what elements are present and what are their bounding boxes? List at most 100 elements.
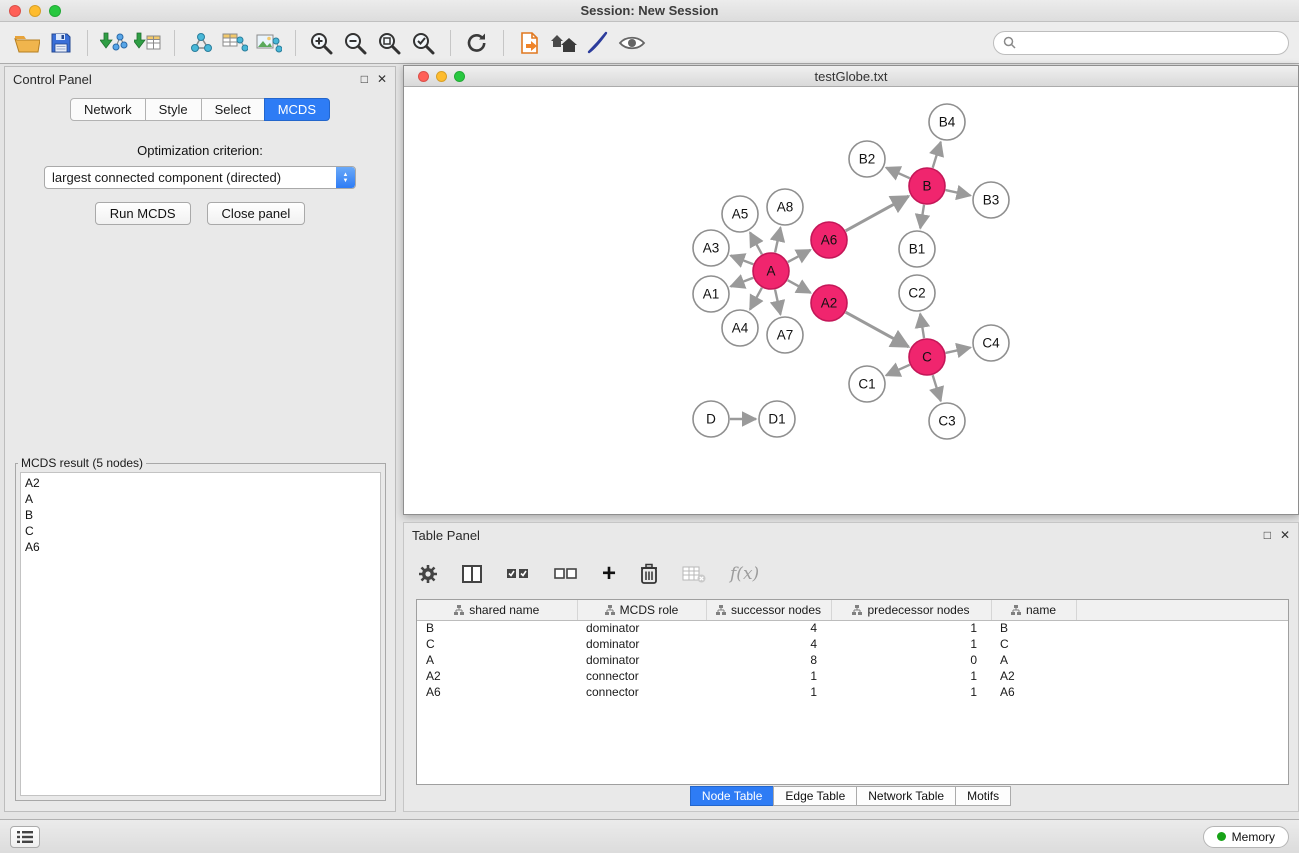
run-mcds-button[interactable]: Run MCDS (95, 202, 191, 225)
network-graph[interactable]: B4B2BB3A8A5A6A3B1AC2A1A2A4A7C4CC1C3DD1 (404, 88, 1298, 515)
column-header[interactable]: shared name (417, 600, 577, 620)
close-table-panel-icon[interactable]: ✕ (1280, 528, 1290, 542)
delete-column-button[interactable] (640, 563, 658, 585)
table-settings-button[interactable] (418, 564, 438, 584)
table-cell[interactable]: A6 (417, 684, 577, 700)
network-node[interactable]: B2 (849, 141, 885, 177)
network-edge[interactable] (788, 280, 811, 293)
network-edge[interactable] (775, 228, 780, 253)
result-item[interactable]: C (25, 523, 376, 539)
network-image-button[interactable] (252, 27, 286, 59)
table-cell[interactable]: dominator (577, 620, 706, 636)
network-node[interactable]: C4 (973, 325, 1009, 361)
table-cell[interactable]: dominator (577, 636, 706, 652)
table-cell[interactable]: 1 (706, 684, 831, 700)
table-cell[interactable]: A2 (417, 668, 577, 684)
new-table-button[interactable] (218, 27, 252, 59)
tab-select[interactable]: Select (201, 98, 265, 121)
network-edge[interactable] (846, 312, 909, 347)
network-node[interactable]: A5 (722, 196, 758, 232)
float-panel-icon[interactable]: □ (361, 72, 368, 86)
network-node[interactable]: A2 (811, 285, 847, 321)
table-row[interactable]: A6connector11A6 (417, 684, 1289, 700)
network-node[interactable]: A3 (693, 230, 729, 266)
network-node[interactable]: A (753, 253, 789, 289)
tab-node-table[interactable]: Node Table (690, 786, 775, 806)
add-column-button[interactable]: + (602, 564, 616, 584)
network-edge[interactable] (886, 168, 910, 179)
table-cell[interactable]: 1 (706, 668, 831, 684)
tab-motifs[interactable]: Motifs (955, 786, 1011, 806)
task-history-button[interactable] (10, 826, 40, 848)
search-input[interactable] (1022, 36, 1279, 50)
select-all-button[interactable] (506, 566, 530, 582)
table-cell[interactable]: C (991, 636, 1076, 652)
result-item[interactable]: A (25, 491, 376, 507)
network-node[interactable]: A1 (693, 276, 729, 312)
network-edge[interactable] (920, 314, 924, 338)
network-node[interactable]: D1 (759, 401, 795, 437)
tab-style[interactable]: Style (145, 98, 202, 121)
tab-network[interactable]: Network (70, 98, 146, 121)
network-node[interactable]: B (909, 168, 945, 204)
result-item[interactable]: A6 (25, 539, 376, 555)
network-node[interactable]: B4 (929, 104, 965, 140)
network-node[interactable]: B1 (899, 231, 935, 267)
zoom-network-icon[interactable] (454, 71, 465, 82)
column-header[interactable]: name (991, 600, 1076, 620)
network-node[interactable]: A6 (811, 222, 847, 258)
network-edge[interactable] (788, 250, 811, 262)
mcds-result-list[interactable]: A2ABCA6 (20, 472, 381, 796)
paint-style-button[interactable] (581, 27, 615, 59)
table-cell[interactable]: connector (577, 684, 706, 700)
close-panel-button[interactable]: Close panel (207, 202, 306, 225)
table-row[interactable]: Adominator80A (417, 652, 1289, 668)
network-edge[interactable] (731, 278, 754, 287)
tab-edge-table[interactable]: Edge Table (773, 786, 857, 806)
tab-network-table[interactable]: Network Table (856, 786, 956, 806)
table-row[interactable]: A2connector11A2 (417, 668, 1289, 684)
table-cell[interactable]: 1 (831, 620, 991, 636)
import-network-button[interactable] (97, 27, 131, 59)
network-edge[interactable] (933, 375, 941, 401)
table-row[interactable]: Cdominator41C (417, 636, 1289, 652)
network-edge[interactable] (750, 288, 762, 310)
refresh-button[interactable] (460, 27, 494, 59)
optimization-criterion-select[interactable]: largest connected component (directed) ▲… (44, 166, 356, 189)
node-table[interactable]: shared nameMCDS rolesuccessor nodesprede… (416, 599, 1289, 785)
new-network-button[interactable] (184, 27, 218, 59)
zoom-window-icon[interactable] (49, 5, 61, 17)
zoom-out-button[interactable] (339, 27, 373, 59)
column-header[interactable]: predecessor nodes (831, 600, 991, 620)
network-canvas[interactable]: B4B2BB3A8A5A6A3B1AC2A1A2A4A7C4CC1C3DD1 (404, 88, 1298, 514)
network-node[interactable]: B3 (973, 182, 1009, 218)
search-field[interactable] (993, 31, 1289, 55)
save-session-button[interactable] (44, 27, 78, 59)
network-edge[interactable] (731, 256, 754, 265)
network-node[interactable]: C (909, 339, 945, 375)
open-file-button[interactable] (10, 27, 44, 59)
zoom-fit-button[interactable] (373, 27, 407, 59)
table-cell[interactable]: 1 (831, 684, 991, 700)
table-cell[interactable]: B (417, 620, 577, 636)
column-header[interactable]: successor nodes (706, 600, 831, 620)
minimize-window-icon[interactable] (29, 5, 41, 17)
result-item[interactable]: A2 (25, 475, 376, 491)
table-row[interactable]: Bdominator41B (417, 620, 1289, 636)
zoom-in-button[interactable] (305, 27, 339, 59)
network-edge[interactable] (920, 205, 924, 228)
table-cell[interactable]: 4 (706, 636, 831, 652)
network-edge[interactable] (946, 190, 971, 195)
home-button[interactable] (547, 27, 581, 59)
network-node[interactable]: C3 (929, 403, 965, 439)
close-panel-icon[interactable]: ✕ (377, 72, 387, 86)
network-edge[interactable] (946, 347, 971, 352)
table-cell[interactable]: B (991, 620, 1076, 636)
table-cell[interactable]: dominator (577, 652, 706, 668)
network-edge[interactable] (933, 142, 941, 168)
network-node[interactable]: C2 (899, 275, 935, 311)
export-document-button[interactable] (513, 27, 547, 59)
network-edge[interactable] (775, 290, 780, 315)
network-window-titlebar[interactable]: testGlobe.txt (404, 66, 1298, 87)
network-edge[interactable] (846, 196, 909, 231)
